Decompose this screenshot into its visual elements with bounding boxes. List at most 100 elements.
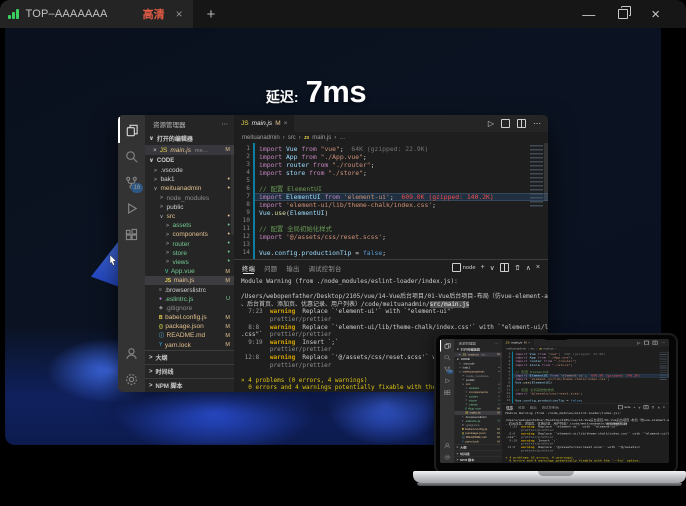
sidebar-section-label: 大纲 [460, 445, 466, 449]
tree-item[interactable]: ⓘREADME.mdM [145, 331, 234, 340]
connection-tab[interactable]: TOP–AAAAAAA 高清 × [0, 0, 193, 28]
minimap[interactable] [530, 145, 543, 207]
chevron-right-icon: > [165, 241, 170, 247]
breadcrumb[interactable]: meituanadmin›src›JSmain.js›… [234, 132, 548, 143]
laptop-base-edge [417, 483, 682, 486]
run-file-button[interactable]: ▷ [488, 119, 494, 128]
panel-tab-问题[interactable]: 问题 [264, 263, 277, 273]
tree-item[interactable]: ●.eslintrc.jsU [145, 295, 234, 304]
activity-explorer-button[interactable] [118, 117, 145, 143]
activity-account-button[interactable] [118, 340, 145, 366]
git-status-badge: M [497, 441, 499, 444]
laptop-screen: 16资源管理器⋯∨打开的编辑器×JSmain.jsme…M∨CODE>.vsco… [434, 333, 678, 474]
editor-tab-close-icon[interactable]: × [284, 120, 288, 127]
workspace-name: CODE [461, 358, 470, 361]
settings-icon [443, 454, 451, 461]
panel-tabbar: 终端问题输出调试控制台 node + ∨ ∧ × [234, 260, 548, 275]
tree-item[interactable]: Bbabel.config.jsM [145, 313, 234, 322]
activity-search-button[interactable] [118, 143, 145, 169]
activity-settings-button[interactable] [118, 366, 145, 392]
sidebar-section-大纲[interactable]: >大纲 [145, 350, 234, 364]
quality-badge[interactable]: 高清 [143, 6, 165, 22]
more-actions-icon[interactable]: ⋯ [533, 119, 541, 128]
js-file-icon: JS [465, 412, 468, 415]
tree-item[interactable]: >assets• [145, 221, 234, 230]
tab-close-icon[interactable]: × [176, 7, 183, 21]
tree-item-label: yarn.lock [465, 440, 479, 443]
code-line: import Vue from "vue"; 64K (gzipped: 22.… [255, 145, 548, 153]
run-below-button[interactable] [501, 119, 510, 128]
tree-item[interactable]: JSmain.jsM [145, 276, 234, 285]
workspace-header[interactable]: ∨CODE [145, 155, 234, 166]
close-editor-icon[interactable]: × [153, 147, 157, 154]
minimize-button[interactable]: — [582, 8, 595, 21]
chevron-right-icon: > [465, 387, 468, 390]
code-line: import '@/assets/css/reset.scss'; [255, 233, 548, 241]
tree-item[interactable]: ∨src• [145, 212, 234, 221]
editor-tab-mainjs[interactable]: JSmain.jsM× [234, 115, 294, 132]
tree-item[interactable]: Yyarn.lockM [145, 341, 234, 350]
editor-scrollbar[interactable] [544, 143, 548, 201]
tree-item[interactable]: >store• [145, 249, 234, 258]
maximize-panel-icon[interactable]: ∧ [526, 264, 531, 272]
tree-item[interactable]: >.vscode [145, 166, 234, 175]
terminal-line: 0 errors and 4 warnings potentially fixa… [506, 459, 669, 462]
panel-tab-输出[interactable]: 输出 [286, 263, 299, 273]
tree-item-label: components [173, 231, 208, 238]
close-window-button[interactable]: × [651, 7, 660, 22]
tree-item[interactable]: >router• [145, 240, 234, 249]
open-editors-header[interactable]: ∨打开的编辑器 [145, 132, 234, 145]
tree-item-label: components [469, 391, 488, 394]
code-region: 1234567891011121314import Vue from "vue"… [234, 143, 548, 259]
js-file-icon: JS [160, 147, 168, 154]
new-tab-button[interactable]: + [207, 6, 216, 23]
git-file-icon: ◆ [462, 424, 464, 427]
sidebar-section-时间线[interactable]: >时间线 [145, 364, 234, 378]
chevron-right-icon: > [149, 369, 153, 375]
maximize-restore-button[interactable] [618, 9, 628, 19]
lock-file-icon: Y [159, 342, 162, 348]
code-line [255, 217, 548, 225]
tree-item-label: yarn.lock [165, 342, 191, 349]
sidebar-more-actions-icon[interactable]: ⋯ [222, 120, 229, 128]
panel-tab-终端[interactable]: 终端 [242, 263, 255, 273]
new-terminal-button[interactable]: + [481, 264, 485, 271]
code-editor[interactable]: import Vue from "vue"; 64K (gzipped: 22.… [253, 143, 548, 259]
tree-item[interactable]: >public [145, 203, 234, 212]
sidebar-section-label: NPM 脚本 [156, 381, 183, 390]
open-editor-item[interactable]: ×JSmain.jsme…M [145, 145, 234, 155]
code-line: import 'element-ui/lib/theme-chalk/index… [255, 201, 548, 209]
connection-tab-title: TOP–AAAAAAA [26, 8, 108, 20]
terminal-dropdown-icon[interactable]: ∨ [490, 264, 495, 272]
tree-item[interactable]: >bak1• [145, 175, 234, 184]
run-below-button [644, 341, 649, 345]
close-panel-icon[interactable]: × [536, 264, 540, 271]
tree-item[interactable]: >node_modules [145, 194, 234, 203]
tree-item[interactable]: {}package.jsonM [145, 322, 234, 331]
split-terminal-button[interactable] [500, 263, 509, 272]
activity-account-button [440, 440, 454, 452]
split-editor-button[interactable] [517, 119, 526, 128]
activity-run-debug-button[interactable] [118, 195, 145, 221]
sidebar-section-NPM 脚本[interactable]: >NPM 脚本 [145, 378, 234, 392]
trash-icon[interactable] [514, 264, 521, 271]
git-change-dot: • [228, 260, 230, 264]
minimap [660, 352, 667, 380]
activity-source-control-button[interactable]: 16 [118, 169, 145, 195]
line-number: 1 [234, 145, 250, 153]
open-editor-detail: me… [481, 353, 488, 356]
sidebar-more-actions-icon: ⋯ [495, 341, 498, 345]
chevron-right-icon: > [459, 363, 462, 366]
tree-item[interactable]: >views• [145, 258, 234, 267]
terminal-shell-selector[interactable]: node [452, 263, 476, 272]
scm-pending-badge: 16 [131, 183, 143, 193]
tree-item[interactable]: VApp.vueM [145, 267, 234, 276]
tree-item[interactable]: ◆.gitignore [145, 304, 234, 313]
panel-tab-调试控制台[interactable]: 调试控制台 [309, 263, 342, 273]
tree-item[interactable]: >components• [145, 230, 234, 239]
tree-item[interactable]: ∨meituanadmin• [145, 184, 234, 193]
activity-extensions-button[interactable] [118, 221, 145, 247]
split-editor-button [653, 341, 658, 345]
git-status-badge: M [225, 324, 230, 330]
tree-item[interactable]: ≡.browserslistrc [145, 285, 234, 294]
